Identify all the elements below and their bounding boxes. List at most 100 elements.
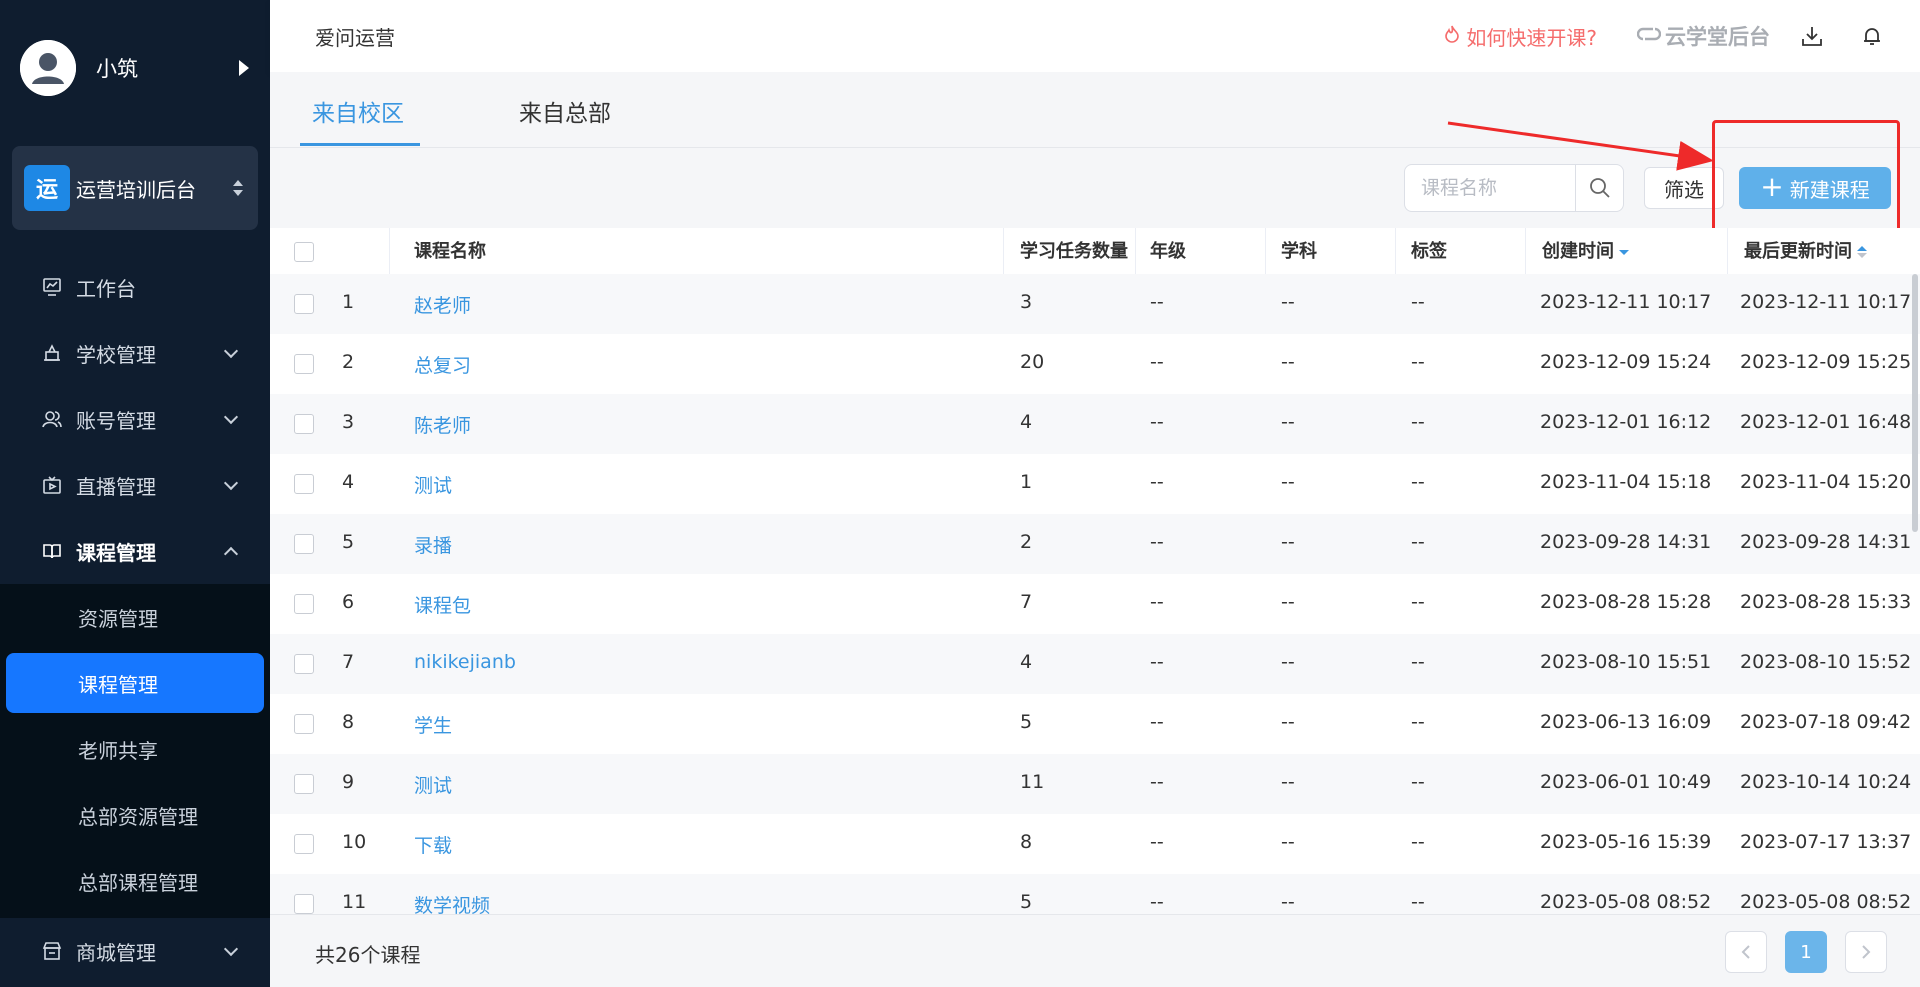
subject-value: -- [1281, 411, 1295, 433]
sidebar-item-accounts[interactable]: 账号管理 [0, 386, 270, 452]
subject-value: -- [1281, 831, 1295, 853]
row-checkbox[interactable] [294, 834, 314, 854]
grade-value: -- [1150, 531, 1164, 553]
row-index: 5 [342, 531, 355, 553]
table-row: 9 测试 11 -- -- -- 2023-06-01 10:49 2023-10-14 10… [270, 754, 1920, 814]
tag-value: -- [1411, 831, 1425, 853]
sidebar-item-courses[interactable]: 课程管理 [0, 518, 270, 584]
task-count: 5 [1020, 711, 1033, 733]
course-name-link[interactable]: 录播 [414, 531, 452, 558]
course-name-link[interactable]: 学生 [414, 711, 452, 738]
task-count: 7 [1020, 591, 1033, 613]
tag-value: -- [1411, 651, 1425, 673]
top-header: 爱问运营 如何快速开课? 云学堂后台 [270, 0, 1920, 72]
row-checkbox[interactable] [294, 654, 314, 674]
task-count: 4 [1020, 411, 1033, 433]
tag-value: -- [1411, 771, 1425, 793]
tag-value: -- [1411, 531, 1425, 553]
task-count: 2 [1020, 531, 1033, 553]
sidebar-item-label: 直播管理 [76, 474, 156, 499]
col-header-created[interactable]: 创建时间 [1526, 228, 1728, 276]
org-switcher[interactable]: 运 运营培训后台 [12, 146, 258, 230]
row-index: 2 [342, 351, 355, 373]
subnav-hq-resource-mgmt[interactable]: 总部资源管理 [0, 782, 270, 848]
tag-value: -- [1411, 291, 1425, 313]
created-time: 2023-05-08 08:52 [1540, 891, 1712, 913]
sidebar-item-shop[interactable]: 商城管理 [0, 918, 270, 984]
course-name-link[interactable]: 陈老师 [414, 411, 471, 438]
row-index: 9 [342, 771, 355, 793]
created-time: 2023-11-04 15:18 [1540, 471, 1712, 493]
course-name-link[interactable]: 总复习 [414, 351, 471, 378]
row-index: 8 [342, 711, 355, 733]
help-link-label: 如何快速开课? [1466, 25, 1597, 50]
col-header-updated-label: 最后更新时间 [1744, 241, 1852, 262]
row-checkbox[interactable] [294, 594, 314, 614]
grade-value: -- [1150, 711, 1164, 733]
sort-icon[interactable] [1619, 249, 1629, 255]
course-name-link[interactable]: 下载 [414, 831, 452, 858]
subnav-teacher-share[interactable]: 老师共享 [0, 716, 270, 782]
row-checkbox[interactable] [294, 714, 314, 734]
sidebar-item-school[interactable]: 学校管理 [0, 320, 270, 386]
course-name-link[interactable]: 测试 [414, 471, 452, 498]
row-checkbox[interactable] [294, 894, 314, 914]
sidebar-item-label: 商城管理 [76, 940, 156, 965]
subnav-course-mgmt[interactable]: 课程管理 [6, 653, 264, 713]
expand-arrow-icon[interactable] [239, 60, 249, 76]
row-checkbox[interactable] [294, 774, 314, 794]
download-icon[interactable] [1800, 24, 1824, 48]
chevron-down-icon [223, 475, 239, 491]
users-icon [42, 409, 62, 429]
table-row: 11 数学视频 5 -- -- -- 2023-05-08 08:52 2023-05-08 … [270, 874, 1920, 914]
updated-time: 2023-08-10 15:52 [1740, 651, 1912, 673]
created-time: 2023-12-01 16:12 [1540, 411, 1712, 433]
table-footer: 共26个课程 1 [270, 914, 1920, 987]
tab-from-campus[interactable]: 来自校区 [312, 94, 404, 128]
help-link[interactable]: 如何快速开课? [1444, 22, 1597, 51]
row-checkbox[interactable] [294, 474, 314, 494]
table-row: 5 录播 2 -- -- -- 2023-09-28 14:31 2023-09-28 14:… [270, 514, 1920, 574]
course-name-link[interactable]: 数学视频 [414, 891, 490, 914]
user-profile[interactable]: 小筑 [20, 40, 255, 96]
col-header-updated[interactable]: 最后更新时间 [1728, 228, 1920, 276]
page-button-current[interactable]: 1 [1785, 931, 1827, 973]
sidebar-nav: 工作台 学校管理 账号管理 直播管理 课程管理 资源管理 课程管理 老师共享 总… [0, 254, 270, 918]
course-name-link[interactable]: nikikejianb [414, 651, 516, 673]
grade-value: -- [1150, 651, 1164, 673]
subject-value: -- [1281, 591, 1295, 613]
row-checkbox[interactable] [294, 414, 314, 434]
org-logo: 运 [24, 165, 70, 211]
row-checkbox[interactable] [294, 534, 314, 554]
book-icon [42, 541, 62, 561]
subnav-resource-mgmt[interactable]: 资源管理 [0, 584, 270, 650]
updated-time: 2023-07-18 09:42 [1740, 711, 1912, 733]
course-name-link[interactable]: 测试 [414, 771, 452, 798]
sidebar-item-label: 学校管理 [76, 342, 156, 367]
updated-time: 2023-11-04 15:20 [1740, 471, 1912, 493]
bell-icon[interactable] [1860, 24, 1884, 48]
table-scrollbar[interactable] [1912, 274, 1918, 532]
sort-icon[interactable] [1857, 246, 1867, 258]
subject-value: -- [1281, 531, 1295, 553]
row-index: 10 [342, 831, 367, 853]
course-name-link[interactable]: 课程包 [414, 591, 471, 618]
grade-value: -- [1150, 471, 1164, 493]
prev-page-button[interactable] [1725, 931, 1767, 973]
tag-value: -- [1411, 351, 1425, 373]
sidebar-item-live[interactable]: 直播管理 [0, 452, 270, 518]
subnav-hq-course-mgmt[interactable]: 总部课程管理 [0, 848, 270, 914]
course-name-link[interactable]: 赵老师 [414, 291, 471, 318]
table-row: 4 测试 1 -- -- -- 2023-11-04 15:18 2023-11-04 15:… [270, 454, 1920, 514]
tag-value: -- [1411, 711, 1425, 733]
annotation-box [1712, 120, 1900, 232]
row-checkbox[interactable] [294, 294, 314, 314]
sidebar-item-workbench[interactable]: 工作台 [0, 254, 270, 320]
next-page-button[interactable] [1845, 931, 1887, 973]
row-checkbox[interactable] [294, 354, 314, 374]
sort-updown-icon [232, 180, 244, 196]
col-header-subject: 学科 [1266, 228, 1396, 276]
task-count: 20 [1020, 351, 1045, 373]
tab-from-hq[interactable]: 来自总部 [519, 94, 611, 128]
live-icon [42, 475, 62, 495]
